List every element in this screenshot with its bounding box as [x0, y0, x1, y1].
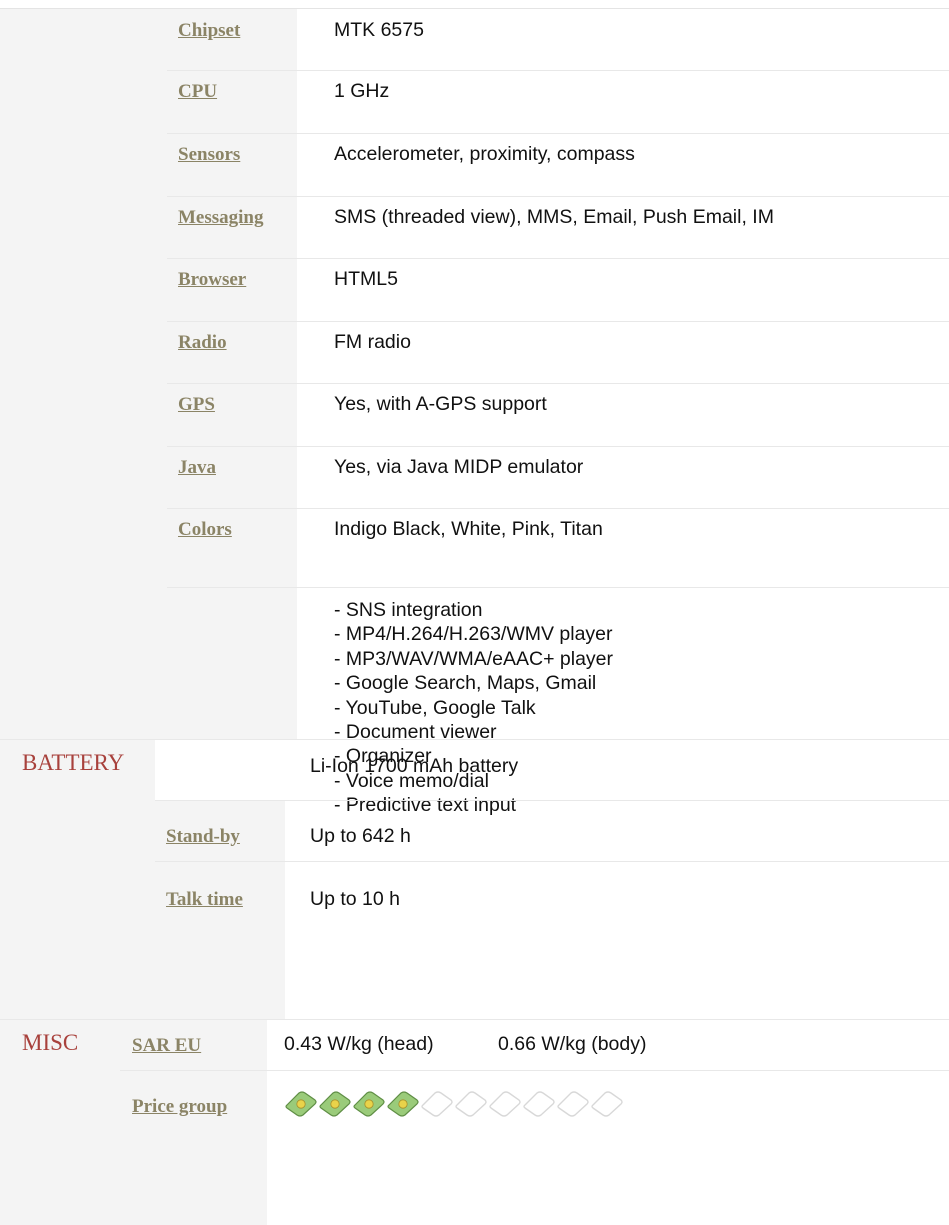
money-icon-empty	[455, 1091, 487, 1117]
talk-time-divider	[155, 861, 949, 862]
spec-value: MTK 6575	[334, 19, 424, 41]
sar-eu-link[interactable]: SAR EU	[132, 1035, 201, 1057]
spec-value: FM radio	[334, 331, 411, 353]
feature-item: - Google Search, Maps, Gmail	[334, 672, 597, 695]
price-group-rating	[284, 1088, 624, 1120]
price-group-link[interactable]: Price group	[132, 1096, 227, 1118]
spec-value: SMS (threaded view), MMS, Email, Push Em…	[334, 206, 774, 228]
feature-item: - MP4/H.264/H.263/WMV player	[334, 623, 613, 646]
standby-link[interactable]: Stand-by	[166, 826, 240, 848]
spec-label-browser[interactable]: Browser	[178, 269, 246, 291]
spec-value: HTML5	[334, 268, 398, 290]
feature-item: - Document viewer	[334, 721, 497, 744]
misc-divider	[0, 1019, 949, 1020]
spec-label-cpu[interactable]: CPU	[178, 81, 217, 103]
spec-row-divider	[167, 133, 949, 134]
battery-summary: Li-Ion 1700 mAh battery	[310, 755, 519, 777]
misc-section-title: MISC	[22, 1030, 79, 1055]
spec-label-sensors[interactable]: Sensors	[178, 144, 240, 166]
spec-label-radio[interactable]: Radio	[178, 332, 227, 354]
feature-item: - YouTube, Google Talk	[334, 696, 536, 719]
spec-row-divider	[167, 508, 949, 509]
talk-time-value: Up to 10 h	[310, 888, 400, 910]
spec-row-divider	[167, 321, 949, 322]
price-divider	[120, 1070, 949, 1071]
talk-time-link[interactable]: Talk time	[166, 889, 243, 911]
money-icon-empty	[421, 1091, 453, 1117]
feature-item: - Predictive text input	[334, 794, 517, 817]
spec-row-divider	[167, 258, 949, 259]
features-list: - SNS integration - MP4/H.264/H.263/WMV …	[334, 598, 613, 818]
money-icon-filled	[285, 1091, 317, 1117]
spec-label-colors[interactable]: Colors	[178, 519, 232, 541]
spec-label-gps[interactable]: GPS	[178, 394, 215, 416]
feature-item: - MP3/WAV/WMA/eAAC+ player	[334, 647, 614, 670]
money-icon-empty	[557, 1091, 589, 1117]
money-icon-filled	[319, 1091, 351, 1117]
sar-body-value: 0.66 W/kg (body)	[498, 1033, 647, 1055]
label-column-platform-inner	[167, 9, 297, 739]
section-column-battery	[0, 739, 155, 1019]
spec-value: Accelerometer, proximity, compass	[334, 143, 635, 165]
spec-value: Yes, with A-GPS support	[334, 393, 547, 415]
spec-row-divider	[167, 383, 949, 384]
money-icon-filled	[353, 1091, 385, 1117]
spec-label-messaging[interactable]: Messaging	[178, 207, 264, 229]
spec-row-divider	[167, 70, 949, 71]
battery-section-title: BATTERY	[22, 750, 125, 775]
money-icon-empty	[591, 1091, 623, 1117]
money-icon-empty	[523, 1091, 555, 1117]
spec-label-java[interactable]: Java	[178, 457, 216, 479]
sar-head-value: 0.43 W/kg (head)	[284, 1033, 434, 1055]
money-icon-empty	[489, 1091, 521, 1117]
spec-row-divider	[167, 196, 949, 197]
standby-value: Up to 642 h	[310, 825, 411, 847]
standby-divider	[155, 800, 949, 801]
battery-divider	[0, 739, 949, 740]
money-icon-filled	[387, 1091, 419, 1117]
feature-item: - SNS integration	[334, 599, 483, 621]
spec-value: Yes, via Java MIDP emulator	[334, 456, 584, 478]
spec-row-divider	[167, 446, 949, 447]
spec-value: Indigo Black, White, Pink, Titan	[334, 518, 603, 540]
spec-row-divider	[167, 587, 949, 588]
label-column-platform	[0, 9, 167, 739]
spec-value: 1 GHz	[334, 80, 390, 102]
spec-label-chipset[interactable]: Chipset	[178, 20, 240, 42]
